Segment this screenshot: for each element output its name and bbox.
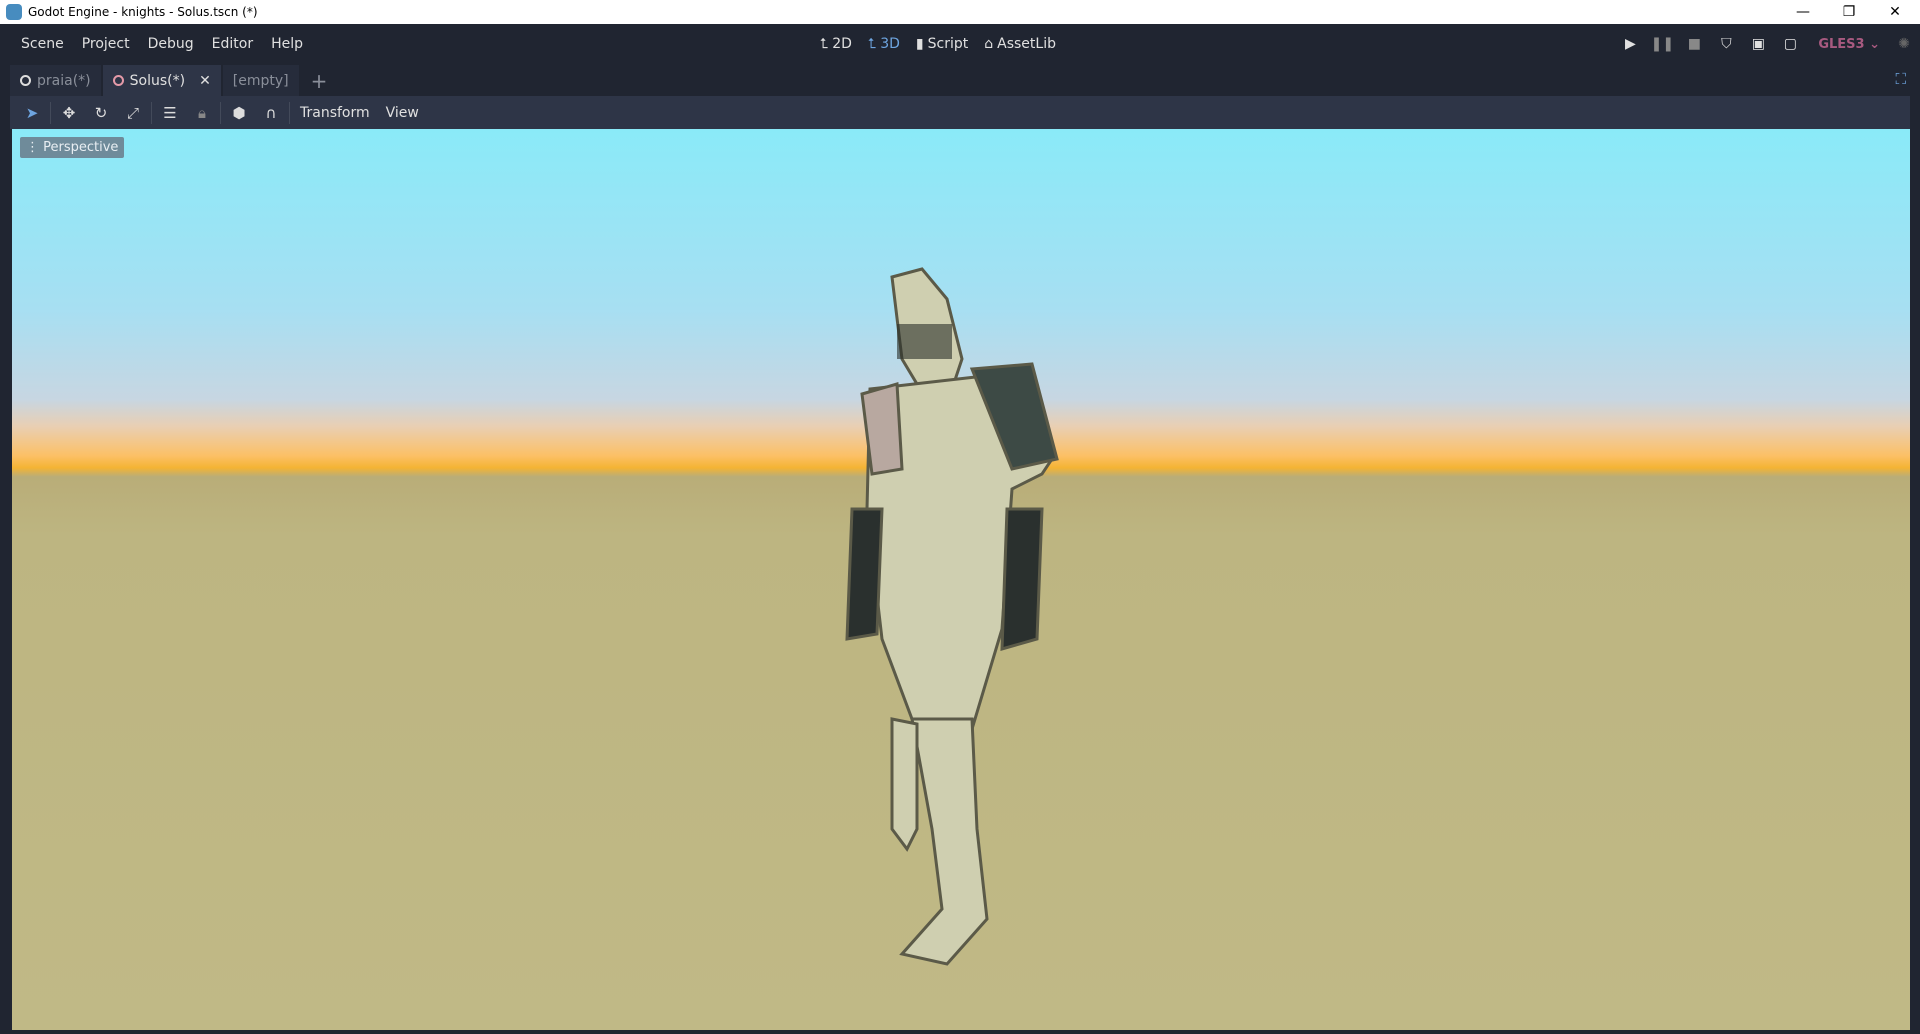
scene-icon: [20, 75, 31, 86]
workspace-switcher: ⮤ 2D ⮤ 3D ▮ Script ⌂ AssetLib: [820, 24, 1056, 64]
menu-debug[interactable]: Debug: [139, 36, 203, 52]
minimize-button[interactable]: —: [1780, 0, 1826, 24]
3d-icon: ⮤: [867, 36, 877, 52]
window-title: Godot Engine - knights - Solus.tscn (*): [28, 5, 258, 19]
workspace-assetlib-button[interactable]: ⌂ AssetLib: [984, 36, 1056, 52]
menu-scene[interactable]: Scene: [12, 36, 73, 52]
play-custom-scene-button[interactable]: ▢: [1774, 36, 1806, 52]
knight-model: [845, 267, 1059, 966]
close-button[interactable]: ✕: [1872, 0, 1918, 24]
menu-project[interactable]: Project: [73, 36, 139, 52]
distraction-free-button[interactable]: ⛶: [1895, 70, 1906, 88]
tab-empty[interactable]: [empty]: [222, 65, 299, 96]
play-scene-button[interactable]: ▣: [1742, 36, 1774, 52]
tab-praia[interactable]: praia(*): [10, 65, 101, 96]
add-tab-button[interactable]: +: [301, 65, 338, 96]
pause-button[interactable]: ❚❚: [1646, 36, 1678, 52]
lock-icon[interactable]: 🔒︎: [186, 104, 218, 122]
snap-icon[interactable]: ∩: [255, 104, 287, 122]
scene-icon: [112, 75, 124, 86]
3d-viewport[interactable]: ⋮ Perspective: [12, 129, 1910, 1030]
scene-tabs: praia(*) Solus(*) ✕ [empty] +: [10, 64, 339, 96]
html5-deploy-button[interactable]: ⛉: [1710, 36, 1742, 52]
rotate-tool-icon[interactable]: ↻: [85, 104, 117, 122]
2d-icon: ⮤: [820, 36, 829, 52]
view-menu[interactable]: View: [378, 105, 427, 121]
select-tool-icon[interactable]: ➤: [16, 104, 48, 122]
transform-menu[interactable]: Transform: [292, 105, 378, 121]
title-bar: Godot Engine - knights - Solus.tscn (*) …: [0, 0, 1920, 24]
viewport-toolbar: ➤ ✥ ↻ ⤢ ☰ 🔒︎ ⬢ ∩ Transform View: [10, 96, 1910, 129]
workspace-script-button[interactable]: ▮ Script: [916, 36, 968, 52]
menu-help[interactable]: Help: [262, 36, 312, 52]
local-space-icon[interactable]: ⬢: [223, 104, 255, 122]
scale-tool-icon[interactable]: ⤢: [117, 104, 149, 122]
run-controls: ▶ ❚❚ ■ ⛉ ▣ ▢ GLES3 ⌄ ✺: [1614, 24, 1920, 64]
workspace-3d-button[interactable]: ⮤ 3D: [868, 36, 900, 52]
godot-logo-icon: [6, 4, 22, 20]
stop-button[interactable]: ■: [1678, 36, 1710, 52]
script-icon: ▮: [915, 36, 924, 52]
tab-close-button[interactable]: ✕: [199, 73, 211, 89]
play-button[interactable]: ▶: [1614, 36, 1646, 52]
tab-solus[interactable]: Solus(*) ✕: [102, 65, 221, 96]
workspace-2d-button[interactable]: ⮤ 2D: [820, 36, 852, 52]
restore-button[interactable]: ❐: [1826, 0, 1872, 24]
move-tool-icon[interactable]: ✥: [53, 104, 85, 122]
menu-editor[interactable]: Editor: [203, 36, 262, 52]
assetlib-icon: ⌂: [984, 36, 994, 52]
update-spinner-icon: ✺: [1898, 36, 1910, 52]
list-select-icon[interactable]: ☰: [154, 104, 186, 122]
renderer-select[interactable]: GLES3 ⌄: [1818, 37, 1880, 52]
